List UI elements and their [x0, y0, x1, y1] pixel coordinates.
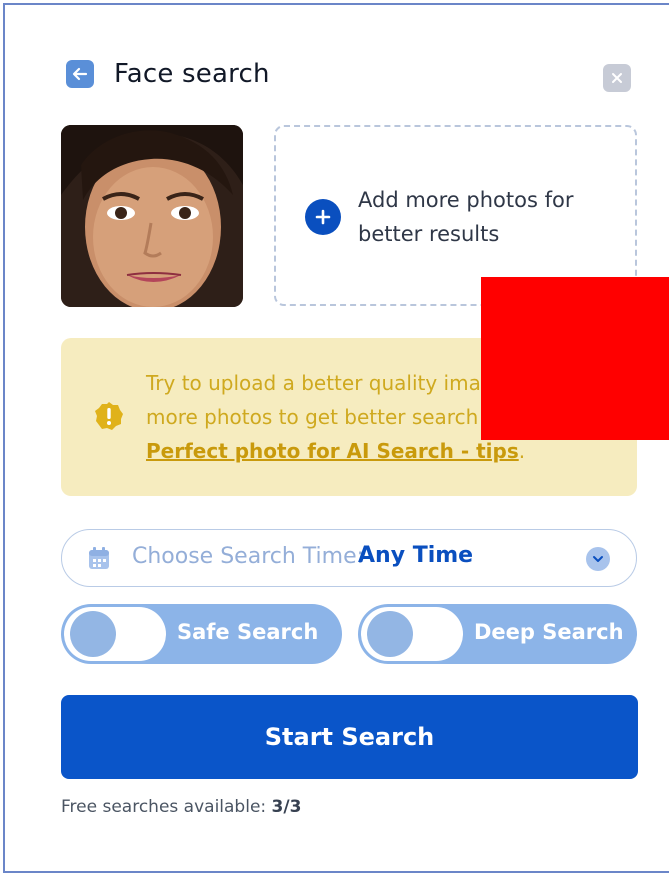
- search-time-label: Choose Search Time:: [132, 544, 365, 569]
- calendar-icon: [89, 547, 109, 569]
- search-time-value: Any Time: [358, 543, 474, 568]
- free-searches-label: Free searches available:: [61, 797, 267, 817]
- deep-search-toggle[interactable]: Deep Search: [358, 604, 637, 664]
- start-search-button[interactable]: Start Search: [61, 695, 638, 779]
- back-button[interactable]: [66, 60, 94, 88]
- free-searches-info: Free searches available: 3/3: [61, 797, 301, 817]
- warning-link-suffix: .: [518, 439, 526, 463]
- plus-icon: [315, 209, 331, 225]
- redaction-block: [481, 277, 669, 440]
- safe-search-label: Safe Search: [177, 620, 319, 644]
- close-button[interactable]: [603, 64, 631, 92]
- add-photo-button[interactable]: [305, 199, 341, 235]
- safe-search-toggle[interactable]: Safe Search: [61, 604, 342, 664]
- photo-tips-link[interactable]: Perfect photo for AI Search - tips: [146, 439, 519, 463]
- deep-search-knob: [367, 611, 413, 657]
- close-icon: [612, 73, 622, 83]
- arrow-left-icon: [72, 67, 88, 81]
- chevron-down-icon: [593, 556, 603, 562]
- safe-search-knob: [70, 611, 116, 657]
- add-photos-text: Add more photos for better results: [358, 188, 574, 246]
- face-image: [61, 125, 243, 307]
- uploaded-face-photo: [61, 125, 243, 307]
- deep-search-label: Deep Search: [474, 620, 624, 644]
- panel-header: Face search: [66, 58, 270, 90]
- page-title: Face search: [114, 59, 270, 89]
- free-searches-count: 3/3: [271, 797, 302, 817]
- warning-icon: [95, 402, 123, 430]
- search-time-dropdown-button[interactable]: [586, 547, 610, 571]
